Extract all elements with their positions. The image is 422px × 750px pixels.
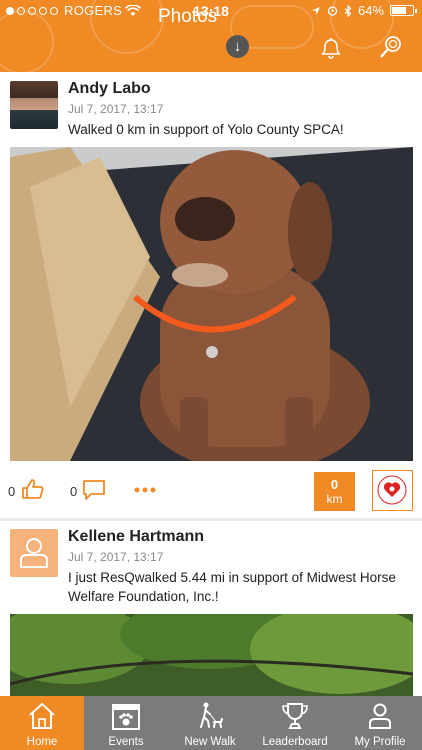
calendar-paw-icon bbox=[112, 704, 140, 730]
tab-my-profile[interactable]: My Profile bbox=[338, 696, 422, 750]
app-header: ROGERS 13:18 64% Photos ↓ bbox=[0, 0, 422, 72]
more-options-icon[interactable] bbox=[134, 487, 156, 493]
bottom-tab-bar: Home Events New Walk Leaderboard My Prof… bbox=[0, 696, 422, 750]
forest-photo-image bbox=[10, 614, 413, 699]
home-icon bbox=[29, 703, 55, 729]
battery-percent: 64% bbox=[357, 3, 384, 18]
tab-home[interactable]: Home bbox=[0, 696, 84, 750]
post-author-name[interactable]: Andy Labo bbox=[68, 80, 151, 98]
battery-icon bbox=[390, 5, 417, 16]
post-photo[interactable] bbox=[10, 147, 413, 461]
bell-icon[interactable] bbox=[318, 36, 344, 60]
comment-icon[interactable] bbox=[82, 479, 106, 501]
post-text: Walked 0 km in support of Yolo County SP… bbox=[68, 122, 344, 137]
page-title[interactable]: Photos bbox=[158, 6, 217, 28]
search-icon[interactable] bbox=[378, 34, 404, 60]
like-count: 0 bbox=[8, 484, 16, 499]
location-icon bbox=[311, 6, 320, 15]
charity-logo[interactable] bbox=[372, 470, 413, 511]
tab-new-walk[interactable]: New Walk bbox=[168, 696, 252, 750]
dog-photo-image bbox=[10, 147, 413, 461]
charity-logo-icon bbox=[377, 475, 407, 505]
trophy-icon bbox=[282, 703, 308, 729]
tab-label: New Walk bbox=[184, 736, 236, 748]
alarm-icon bbox=[327, 6, 338, 16]
post-date: Jul 7, 2017, 13:17 bbox=[68, 102, 164, 116]
distance-badge: 0 km bbox=[314, 472, 355, 511]
post-author-name[interactable]: Kellene Hartmann bbox=[68, 528, 204, 546]
post-photo[interactable] bbox=[10, 614, 413, 699]
tab-label: My Profile bbox=[354, 736, 406, 748]
user-avatar[interactable] bbox=[10, 529, 58, 577]
user-avatar[interactable] bbox=[10, 81, 58, 129]
post-text: I just ResQwalked 5.44 mi in support of … bbox=[68, 570, 396, 604]
walking-dog-icon bbox=[200, 702, 223, 728]
tab-leaderboard[interactable]: Leaderboard bbox=[252, 696, 338, 750]
comment-count: 0 bbox=[70, 484, 78, 499]
profile-icon bbox=[369, 703, 391, 729]
tab-label: Home bbox=[26, 736, 58, 748]
bluetooth-icon bbox=[344, 4, 352, 17]
tab-events[interactable]: Events bbox=[84, 696, 168, 750]
tab-label: Events bbox=[108, 736, 144, 748]
tab-label: Leaderboard bbox=[262, 736, 328, 748]
post-date: Jul 7, 2017, 13:17 bbox=[68, 550, 164, 564]
distance-unit: km bbox=[326, 492, 343, 506]
user-placeholder-icon bbox=[20, 538, 48, 568]
distance-value: 0 bbox=[330, 477, 339, 492]
title-dropdown-icon[interactable]: ↓ bbox=[226, 35, 249, 58]
post-actions: 0 0 bbox=[0, 468, 422, 514]
like-icon[interactable] bbox=[21, 478, 45, 500]
